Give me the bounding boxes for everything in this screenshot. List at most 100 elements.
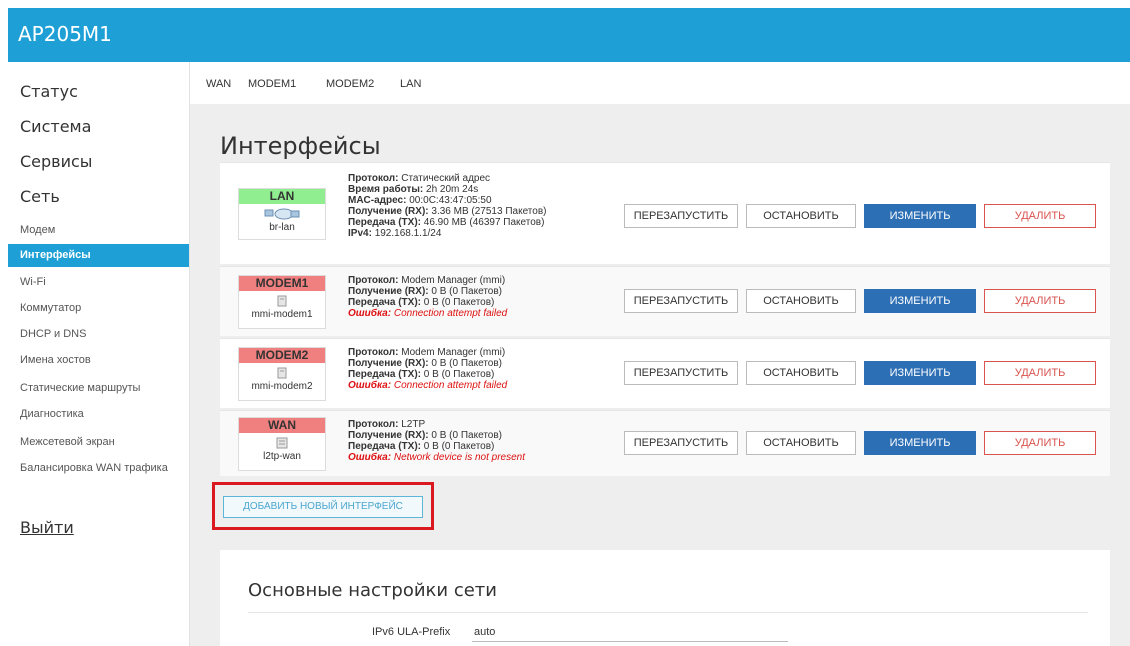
delete-button-modem1[interactable]: УДАЛИТЬ <box>984 289 1096 313</box>
stop-button-modem1[interactable]: ОСТАНОВИТЬ <box>746 289 856 313</box>
error-label: Ошибка: <box>348 308 392 319</box>
mac-value: 00:0C:43:47:05:50 <box>409 195 492 206</box>
error-message: Network device is not present <box>393 452 526 463</box>
stop-button-wan[interactable]: ОСТАНОВИТЬ <box>746 431 856 455</box>
interface-badge[interactable]: MODEM2 mmi-modem2 <box>238 347 326 401</box>
interface-info: Протокол: Modem Manager (mmi) Получение … <box>348 275 507 319</box>
nav-hostnames[interactable]: Имена хостов <box>20 354 91 366</box>
tx-value: 0 B (0 Пакетов) <box>423 297 495 308</box>
interface-name: LAN <box>239 189 325 204</box>
restart-button-wan[interactable]: ПЕРЕЗАПУСТИТЬ <box>624 431 738 455</box>
ula-prefix-input[interactable] <box>472 622 788 642</box>
interface-badge[interactable]: LAN br-lan <box>238 188 326 240</box>
general-settings-panel: Основные настройки сети IPv6 ULA-Prefix <box>220 550 1110 646</box>
delete-button-modem2[interactable]: УДАЛИТЬ <box>984 361 1096 385</box>
restart-button-modem2[interactable]: ПЕРЕЗАПУСТИТЬ <box>624 361 738 385</box>
rx-label: Получение (RX): <box>348 286 429 297</box>
interface-info: Протокол: Статический адрес Время работы… <box>348 173 546 239</box>
nav-system[interactable]: Система <box>20 117 91 136</box>
panel-divider <box>248 612 1088 613</box>
interface-name: MODEM2 <box>239 348 325 363</box>
tab-modem2[interactable]: MODEM2 <box>326 78 374 90</box>
interface-device: mmi-modem2 <box>251 381 313 392</box>
logout-link[interactable]: Выйти <box>20 518 74 537</box>
nav-modem[interactable]: Модем <box>20 224 55 236</box>
brand-title[interactable]: AP205M1 <box>18 22 112 46</box>
edit-button-modem2[interactable]: ИЗМЕНИТЬ <box>864 361 976 385</box>
nav-wan-balancing[interactable]: Балансировка WAN трафика <box>20 462 168 474</box>
mac-label: MAC-адрес: <box>348 195 407 206</box>
interface-info: Протокол: L2TP Получение (RX): 0 B (0 Па… <box>348 419 525 463</box>
rx-label: Получение (RX): <box>348 358 429 369</box>
tx-value: 46.90 MB (46397 Пакетов) <box>423 217 545 228</box>
uptime-label: Время работы: <box>348 184 424 195</box>
restart-button-modem1[interactable]: ПЕРЕЗАПУСТИТЬ <box>624 289 738 313</box>
nav-wifi[interactable]: Wi-Fi <box>20 276 46 288</box>
nav-static-routes[interactable]: Статические маршруты <box>20 382 140 394</box>
tx-label: Передача (TX): <box>348 217 421 228</box>
uptime-value: 2h 20m 24s <box>426 184 479 195</box>
nav-firewall[interactable]: Межсетевой экран <box>20 436 115 448</box>
rx-value: 0 B (0 Пакетов) <box>431 286 502 297</box>
ula-prefix-label: IPv6 ULA-Prefix <box>372 626 451 638</box>
modem-device-icon <box>239 366 325 380</box>
edit-button-modem1[interactable]: ИЗМЕНИТЬ <box>864 289 976 313</box>
nav-services[interactable]: Сервисы <box>20 152 92 171</box>
nav-interfaces[interactable]: Интерфейсы <box>8 244 189 267</box>
add-interface-highlight: ДОБАВИТЬ НОВЫЙ ИНТЕРФЕЙС <box>212 482 434 530</box>
rx-label: Получение (RX): <box>348 430 429 441</box>
stop-button-modem2[interactable]: ОСТАНОВИТЬ <box>746 361 856 385</box>
main-content: WAN MODEM1 MODEM2 LAN Интерфейсы LAN br-… <box>190 62 1130 646</box>
top-header: AP205M1 <box>8 8 1130 62</box>
rx-value: 0 B (0 Пакетов) <box>431 358 502 369</box>
restart-button-lan[interactable]: ПЕРЕЗАПУСТИТЬ <box>624 204 738 228</box>
interface-tabs: WAN MODEM1 MODEM2 LAN <box>190 62 1130 104</box>
page-title: Интерфейсы <box>220 132 381 160</box>
nav-diagnostics[interactable]: Диагностика <box>20 408 84 420</box>
tx-label: Передача (TX): <box>348 369 421 380</box>
interface-name: WAN <box>239 418 325 433</box>
add-interface-button[interactable]: ДОБАВИТЬ НОВЫЙ ИНТЕРФЕЙС <box>223 496 423 518</box>
tab-wan[interactable]: WAN <box>206 78 231 90</box>
nav-status[interactable]: Статус <box>20 82 78 101</box>
delete-button-wan[interactable]: УДАЛИТЬ <box>984 431 1096 455</box>
delete-button-lan[interactable]: УДАЛИТЬ <box>984 204 1096 228</box>
interface-badge[interactable]: WAN l2tp-wan <box>238 417 326 471</box>
interface-name: MODEM1 <box>239 276 325 291</box>
general-settings-title: Основные настройки сети <box>248 580 497 601</box>
protocol-value: L2TP <box>401 419 426 430</box>
nav-dhcp-dns[interactable]: DHCP и DNS <box>20 328 86 340</box>
edit-button-wan[interactable]: ИЗМЕНИТЬ <box>864 431 976 455</box>
edit-button-lan[interactable]: ИЗМЕНИТЬ <box>864 204 976 228</box>
tx-value: 0 B (0 Пакетов) <box>423 369 495 380</box>
sidebar: Статус Система Сервисы Сеть Модем Интерф… <box>8 62 190 646</box>
bridge-network-icon <box>239 207 325 221</box>
interface-badge[interactable]: MODEM1 mmi-modem1 <box>238 275 326 329</box>
tab-modem1[interactable]: MODEM1 <box>248 78 296 90</box>
protocol-label: Протокол: <box>348 173 399 184</box>
protocol-value: Modem Manager (mmi) <box>401 275 506 286</box>
interface-info: Протокол: Modem Manager (mmi) Получение … <box>348 347 507 391</box>
tab-lan[interactable]: LAN <box>400 78 421 90</box>
nav-network[interactable]: Сеть <box>20 187 60 206</box>
protocol-value: Modem Manager (mmi) <box>401 347 506 358</box>
error-message: Connection attempt failed <box>393 308 508 319</box>
interface-device: mmi-modem1 <box>251 309 313 320</box>
protocol-label: Протокол: <box>348 419 399 430</box>
tx-label: Передача (TX): <box>348 297 421 308</box>
error-label: Ошибка: <box>348 452 392 463</box>
tx-value: 0 B (0 Пакетов) <box>423 441 495 452</box>
rx-label: Получение (RX): <box>348 206 429 217</box>
protocol-label: Протокол: <box>348 347 399 358</box>
rx-value: 0 B (0 Пакетов) <box>431 430 502 441</box>
nav-switch[interactable]: Коммутатор <box>20 302 81 314</box>
interface-device: br-lan <box>269 222 295 233</box>
error-label: Ошибка: <box>348 380 392 391</box>
modem-device-icon <box>239 294 325 308</box>
tx-label: Передача (TX): <box>348 441 421 452</box>
stop-button-lan[interactable]: ОСТАНОВИТЬ <box>746 204 856 228</box>
interface-device: l2tp-wan <box>263 451 301 462</box>
protocol-label: Протокол: <box>348 275 399 286</box>
ipv4-label: IPv4: <box>348 228 372 239</box>
tunnel-device-icon <box>239 436 325 450</box>
